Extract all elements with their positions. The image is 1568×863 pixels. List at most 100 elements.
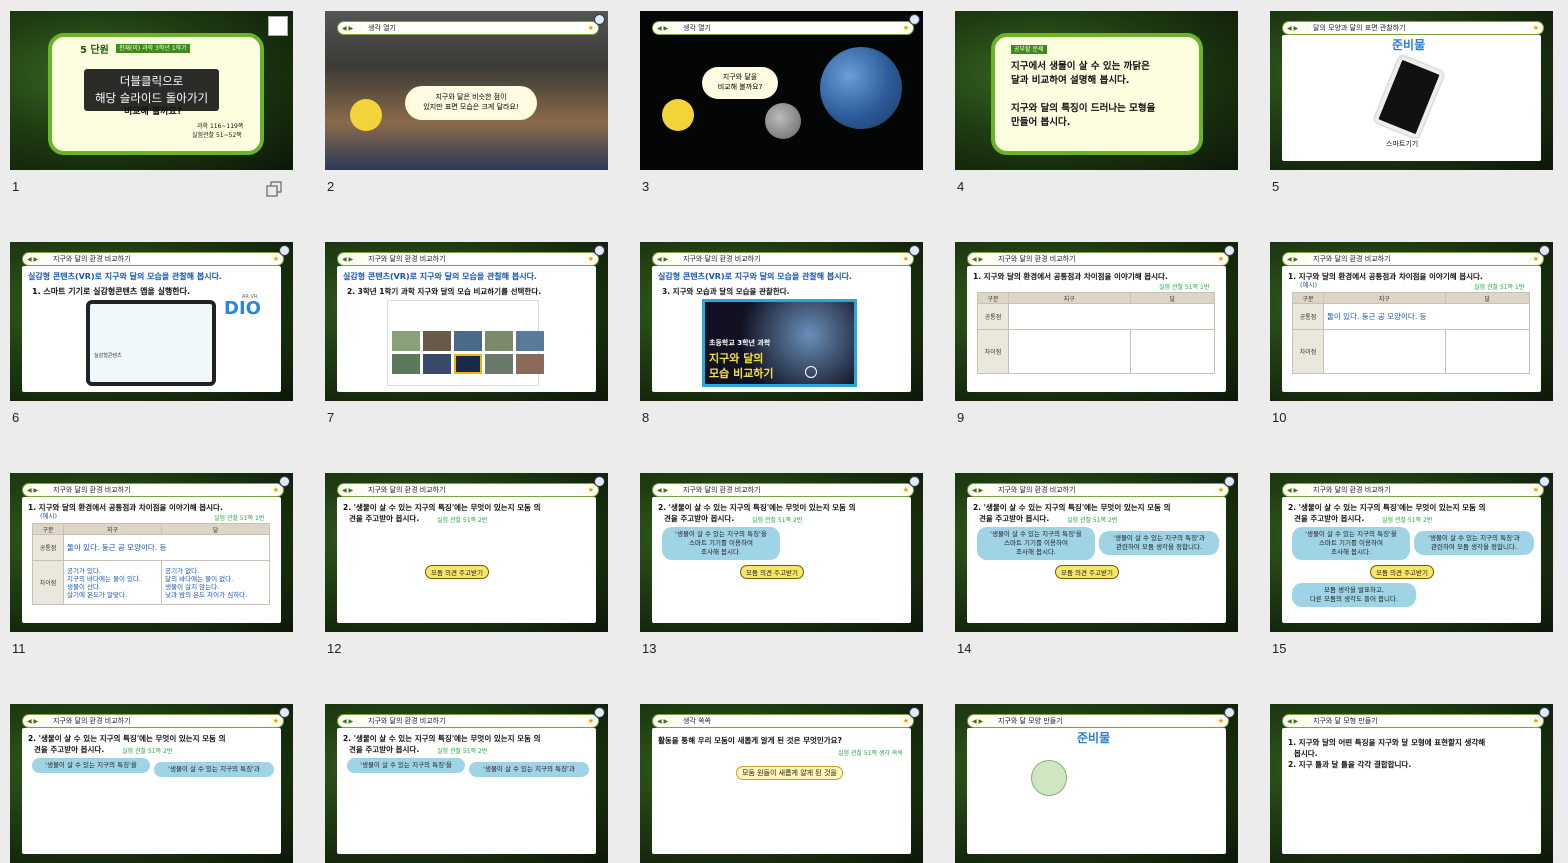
slide-number: 6 bbox=[12, 410, 20, 425]
logo-icon bbox=[594, 707, 605, 718]
slide-title: 지구와 달의 환경 비교하기 bbox=[994, 485, 1214, 495]
star-icon: ★ bbox=[1532, 486, 1539, 494]
slide-12-preview[interactable]: ◀ ▶ 지구와 달의 환경 비교하기 ★ 2. '생물이 살 수 있는 지구의 특징… bbox=[325, 473, 608, 632]
table-cell bbox=[1323, 329, 1446, 374]
play-icon[interactable] bbox=[805, 366, 817, 378]
logo-icon bbox=[279, 476, 290, 487]
logo-icon bbox=[909, 14, 920, 25]
question-line-1: 2. '생물이 살 수 있는 지구의 특징'에는 무엇이 있는지 모둠 의 bbox=[343, 503, 541, 512]
star-icon: ★ bbox=[1217, 255, 1224, 263]
slide-8-preview[interactable]: ◀ ▶ 지구와 달의 환경 비교하기 ★ 실감형 콘텐츠(VR)로 지구와 달의 모… bbox=[640, 242, 923, 401]
video-title-1: 지구와 달의 bbox=[709, 352, 764, 365]
slide-16-preview[interactable]: ◀ ▶ 지구와 달의 환경 비교하기 ★ 2. '생물이 살 수 있는 지구의 특징… bbox=[10, 704, 293, 863]
logo-icon bbox=[594, 476, 605, 487]
logo-icon bbox=[909, 476, 920, 487]
app-label: 실감형콘텐츠 bbox=[94, 353, 122, 359]
nav-arrows-icon: ◀ ▶ bbox=[1287, 24, 1299, 32]
slide-5-preview[interactable]: ◀ ▶ 달의 모양과 달의 표면 관찰하기 ★ 준비물 스마트기기 bbox=[1270, 11, 1553, 170]
question-line-2: 견을 주고받아 봅시다. bbox=[979, 514, 1050, 523]
slide-18-preview[interactable]: ◀ ▶ 생각 쏙쏙 ★ 활동을 통해 우리 모둠이 새롭게 알게 된 것은 무엇인가… bbox=[640, 704, 923, 863]
slide-3-preview[interactable]: ◀ ▶ 생각 열기 ★ 지구와 달을 비교해 볼까요? bbox=[640, 11, 923, 170]
logo-icon bbox=[279, 707, 290, 718]
slide-number: 11 bbox=[12, 641, 26, 656]
moon-image bbox=[765, 103, 801, 139]
tooltip-line-1: 더블클릭으로 bbox=[119, 74, 184, 88]
slide-20-preview[interactable]: ◀ ▶ 지구와 달 모형 만들기 ★ 1. 지구와 달의 어떤 특징을 지구와 달 … bbox=[1270, 704, 1553, 863]
slide-17-preview[interactable]: ◀ ▶ 지구와 달의 환경 비교하기 ★ 2. '생물이 살 수 있는 지구의 특징… bbox=[325, 704, 608, 863]
step-line-2: 봅시다. bbox=[1294, 749, 1318, 758]
workbook-ref: 실험 관찰 51쪽 2번 bbox=[1382, 517, 1433, 524]
col-header: 달 bbox=[1129, 292, 1216, 304]
logo-icon bbox=[279, 245, 290, 256]
nav-arrows-icon: ◀ ▶ bbox=[1287, 255, 1299, 263]
app-screenshot bbox=[387, 300, 544, 386]
slide-14-preview[interactable]: ◀ ▶ 지구와 달의 환경 비교하기 ★ 2. '생물이 살 수 있는 지구의 특징… bbox=[955, 473, 1238, 632]
question-line: 활동을 통해 우리 모둠이 새롭게 알게 된 것은 무엇인가요? bbox=[658, 736, 842, 745]
speech-bubble: 지구와 달을 비교해 볼까요? bbox=[702, 67, 778, 99]
slide-19-preview[interactable]: ◀ ▶ 지구와 달 모양 만들기 ★ 준비물 bbox=[955, 704, 1238, 863]
question-line-2: 견을 주고받아 봅시다. bbox=[349, 514, 420, 523]
research-bubble: '생물이 살 수 있는 지구의 특징'을 bbox=[347, 758, 465, 773]
step-line: 1. 스마트 기기로 실감형콘텐츠 앱을 실행한다. bbox=[32, 287, 191, 296]
slide-content: 준비물 bbox=[967, 728, 1226, 854]
character-mascot bbox=[350, 99, 382, 131]
question-line-2: 견을 주고받아 봅시다. bbox=[349, 745, 420, 754]
content-tile-selected bbox=[454, 354, 482, 374]
slide-number: 7 bbox=[327, 410, 335, 425]
comparison-table: 구분 지구 달 공통점 둘이 있다. 둥근 공 모양이다. 등 차이점 공기가 있다.… bbox=[32, 523, 270, 605]
slide-15-preview[interactable]: ◀ ▶ 지구와 달의 환경 비교하기 ★ 2. '생물이 살 수 있는 지구의 특징… bbox=[1270, 473, 1553, 632]
logo-icon bbox=[1224, 245, 1235, 256]
slide-11-preview[interactable]: ◀ ▶ 지구와 달의 환경 비교하기 ★ 1. 지구와 달의 환경에서 공통점과 차… bbox=[10, 473, 293, 632]
slide-title: 지구와 달의 환경 비교하기 bbox=[364, 716, 584, 726]
duplicate-icon[interactable] bbox=[266, 181, 282, 197]
workbook-ref: 실험 관찰 51쪽 생각 쏙쏙 bbox=[838, 750, 903, 757]
workbook-ref: 실험 관찰 51쪽 2번 bbox=[437, 748, 488, 755]
video-thumbnail[interactable]: 초등학교 3학년 과학 지구와 달의 모습 비교하기 bbox=[702, 299, 857, 387]
col-header: 달 bbox=[1444, 292, 1531, 304]
slide-title: 지구와 달의 환경 비교하기 bbox=[1309, 254, 1529, 264]
tooltip-line-2: 해당 슬라이드 돌아가기 bbox=[94, 91, 209, 105]
slide-number: 4 bbox=[957, 179, 965, 194]
video-subtitle: 초등학교 3학년 과학 bbox=[709, 339, 771, 347]
earth-diff-cell: 공기가 있다. 지구의 바다에는 물이 있다. 생물이 산다. 살기에 온도가 … bbox=[62, 560, 163, 605]
slide-13-preview[interactable]: ◀ ▶ 지구와 달의 환경 비교하기 ★ 2. '생물이 살 수 있는 지구의 특징… bbox=[640, 473, 923, 632]
study-problem-badge: 공부할 문제 bbox=[1011, 45, 1047, 54]
nav-arrows-icon: ◀ ▶ bbox=[27, 717, 39, 725]
star-icon: ★ bbox=[902, 255, 909, 263]
content-tile bbox=[485, 331, 513, 351]
star-icon: ★ bbox=[1217, 717, 1224, 725]
row-header: 차이점 bbox=[32, 560, 64, 605]
content-tile bbox=[423, 354, 451, 374]
question-line-1: 2. '생물이 살 수 있는 지구의 특징'에는 무엇이 있는지 모둠 의 bbox=[658, 503, 856, 512]
question-line-1: 2. '생물이 살 수 있는 지구의 특징'에는 무엇이 있는지 모둠 의 bbox=[343, 734, 541, 743]
logo-icon bbox=[1539, 707, 1550, 718]
problem-line-2: 달과 비교하여 설명해 봅시다. bbox=[1011, 75, 1130, 86]
star-icon: ★ bbox=[1532, 24, 1539, 32]
question-line-2: 견을 주고받아 봅시다. bbox=[664, 514, 735, 523]
slide-4-preview[interactable]: 공부할 문제 지구에서 생물이 살 수 있는 까닭은 달과 비교하여 설명해 봅… bbox=[955, 11, 1238, 170]
nav-arrows-icon: ◀ ▶ bbox=[972, 486, 984, 494]
comparison-table: 구분 지구 달 공통점 둘이 있다. 둥근 공 모양이다. 등 차이점 bbox=[1292, 292, 1531, 374]
slide-content: 준비물 스마트기기 bbox=[1282, 35, 1541, 161]
slide-1-preview[interactable]: 5 단원 천재(이) 과학 3학년 1학기 비교해 볼까요? 과학 116~11… bbox=[10, 11, 293, 170]
slide-header: ◀ ▶ 지구와 달의 환경 비교하기 ★ bbox=[1282, 252, 1544, 266]
research-bubble: '생물이 살 수 있는 지구의 특징'을 스마트 기기를 이용하여 조사해 봅시… bbox=[1292, 527, 1410, 560]
textbook-tag: 천재(이) 과학 3학년 1학기 bbox=[116, 44, 190, 53]
slide-title: 지구와 달 모양 만들기 bbox=[994, 716, 1214, 726]
star-icon: ★ bbox=[902, 486, 909, 494]
slide-content: 2. '생물이 살 수 있는 지구의 특징'에는 무엇이 있는지 모둠 의 견을… bbox=[337, 728, 596, 854]
slide-6-preview[interactable]: ◀ ▶ 지구와 달의 환경 비교하기 ★ 실감형 콘텐츠(VR)로 지구와 달의 모… bbox=[10, 242, 293, 401]
slide-9-preview[interactable]: ◀ ▶ 지구와 달의 환경 비교하기 ★ 1. 지구와 달의 환경에서 공통점과 차… bbox=[955, 242, 1238, 401]
slide-select-checkbox[interactable] bbox=[268, 16, 288, 36]
earth-diff-line: 공기가 있다. bbox=[67, 566, 102, 575]
nav-arrows-icon: ◀ ▶ bbox=[972, 717, 984, 725]
question-line-1: 2. '생물이 살 수 있는 지구의 특징'에는 무엇이 있는지 모둠 의 bbox=[1288, 503, 1486, 512]
content-tile bbox=[454, 331, 482, 351]
double-click-tooltip: 더블클릭으로 해당 슬라이드 돌아가기 bbox=[84, 69, 219, 111]
step-line: 2. 3학년 1학기 과학 지구와 달의 모습 비교하기를 선택한다. bbox=[347, 287, 542, 296]
slide-title: 지구와 달의 환경 비교하기 bbox=[49, 485, 269, 495]
slide-2-preview[interactable]: ◀ ▶ 생각 열기 ★ 지구와 달은 비슷한 점이 있지만 표면 모습은 크게 달라… bbox=[325, 11, 608, 170]
slide-10-preview[interactable]: ◀ ▶ 지구와 달의 환경 비교하기 ★ 1. 지구와 달의 환경에서 공통점과 차… bbox=[1270, 242, 1553, 401]
nav-arrows-icon: ◀ ▶ bbox=[657, 24, 669, 32]
slide-7-preview[interactable]: ◀ ▶ 지구와 달의 환경 비교하기 ★ 실감형 콘텐츠(VR)로 지구와 달의 모… bbox=[325, 242, 608, 401]
